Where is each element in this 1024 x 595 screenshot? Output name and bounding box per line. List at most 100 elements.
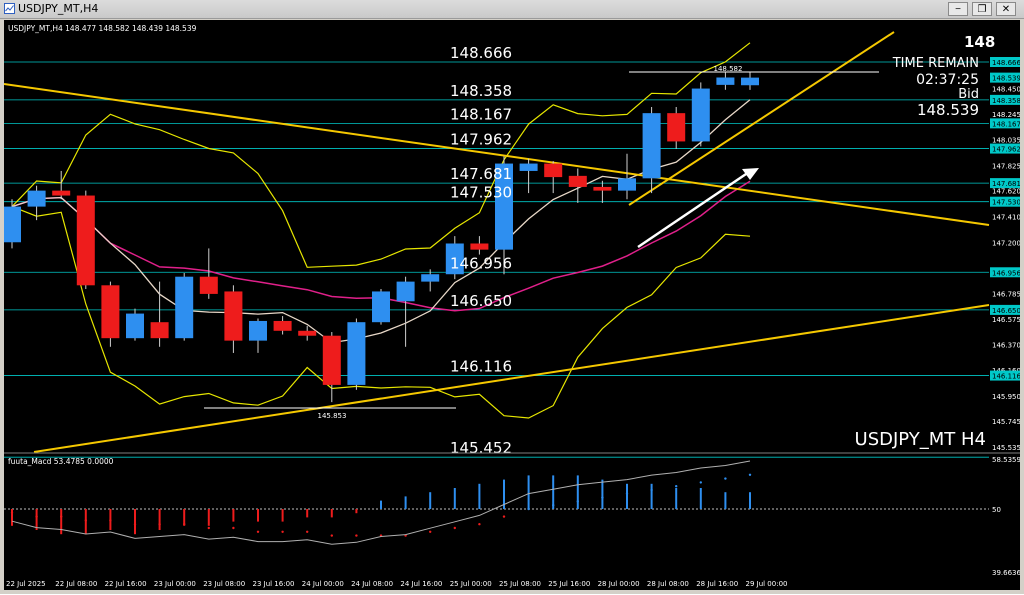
time-axis-label: 29 Jul 00:00	[746, 580, 788, 588]
macd-signal-dot	[60, 515, 63, 518]
time-axis-label: 23 Jul 08:00	[203, 580, 245, 588]
bear-candle[interactable]	[224, 291, 243, 341]
macd-signal-dot	[576, 500, 579, 503]
macd-signal-dot	[256, 530, 260, 533]
window-titlebar: USDJPY_MT,H4 − ❐ ✕	[0, 0, 1024, 19]
bull-candle[interactable]	[372, 291, 390, 323]
bull-candle[interactable]	[347, 322, 366, 385]
level-label: 147.681	[450, 165, 512, 183]
bull-candle[interactable]	[27, 190, 46, 207]
price-tick-label: 145.535	[992, 444, 1020, 452]
bear-candle[interactable]	[470, 243, 489, 250]
big-price: 148	[964, 33, 995, 51]
macd-signal-dot	[748, 473, 752, 476]
macd-signal-dot	[699, 481, 702, 484]
macd-signal-dot	[158, 523, 161, 526]
time-axis-label: 28 Jul 16:00	[696, 580, 738, 588]
bull-candle[interactable]	[421, 274, 440, 282]
time-axis-label: 25 Jul 08:00	[499, 580, 541, 588]
bull-candle[interactable]	[3, 206, 21, 243]
macd-signal-dot	[84, 519, 88, 522]
time-axis-label: 23 Jul 00:00	[154, 580, 196, 588]
macd-signal-dot	[601, 496, 604, 499]
price-tick-label: 146.956	[992, 269, 1020, 277]
macd-signal-dot	[650, 488, 653, 492]
symbol-watermark: USDJPY_MT H4	[855, 429, 986, 450]
bear-candle[interactable]	[273, 320, 292, 331]
price-tick-label: 146.370	[992, 341, 1020, 349]
macd-signal-dot	[355, 534, 358, 537]
bear-candle[interactable]	[593, 186, 612, 191]
time-axis-label: 25 Jul 16:00	[548, 580, 590, 588]
bull-candle[interactable]	[741, 77, 759, 86]
price-tick-label: 145.745	[992, 418, 1020, 426]
macd-axis-top: 58.5359	[992, 456, 1020, 464]
bull-candle[interactable]	[642, 113, 661, 179]
bull-candle[interactable]	[716, 77, 735, 85]
macd-signal-dot	[429, 530, 432, 533]
bear-candle[interactable]	[667, 113, 686, 142]
macd-signal-dot	[675, 485, 678, 488]
bull-candle[interactable]	[519, 163, 538, 171]
macd-axis-bottom: 39.6636	[992, 569, 1020, 577]
minimize-button[interactable]: −	[948, 2, 968, 16]
level-label: 146.956	[450, 254, 512, 272]
price-tick-label: 148.167	[992, 120, 1020, 128]
restore-button[interactable]: ❐	[972, 2, 992, 16]
time-axis-label: 22 Jul 16:00	[105, 580, 147, 588]
bear-candle[interactable]	[101, 285, 120, 339]
time-axis-label: 23 Jul 16:00	[253, 580, 295, 588]
price-tick-label: 146.650	[992, 307, 1020, 315]
bear-candle[interactable]	[199, 276, 218, 294]
bid-label: Bid	[958, 87, 979, 102]
time-axis-label: 22 Jul 2025	[6, 580, 46, 588]
upper-band-line	[11, 42, 751, 268]
macd-signal-dot	[10, 511, 14, 514]
macd-signal-dot	[232, 526, 235, 530]
bear-candle[interactable]	[298, 330, 317, 336]
macd-signal-dot	[453, 526, 456, 530]
bear-candle[interactable]	[52, 190, 71, 196]
macd-signal-dot	[281, 530, 284, 533]
bear-candle[interactable]	[544, 163, 563, 178]
window-title: USDJPY_MT,H4	[18, 2, 99, 15]
price-tick-label: 147.825	[992, 162, 1020, 170]
level-label: 148.666	[450, 44, 512, 62]
bull-candle[interactable]	[126, 313, 144, 339]
time-axis-label: 28 Jul 08:00	[647, 580, 689, 588]
time-remain-label: TIME REMAIN	[892, 56, 979, 71]
bear-candle[interactable]	[322, 335, 341, 385]
bid-value: 148.539	[917, 101, 979, 119]
macd-axis-mid: 50	[992, 506, 1001, 514]
time-axis-label: 24 Jul 08:00	[351, 580, 393, 588]
bull-candle[interactable]	[618, 178, 636, 191]
close-button[interactable]: ✕	[996, 2, 1016, 16]
price-chart-area[interactable]: 148.666 148.358 148.167 147.962 147.681 147.5…	[3, 20, 1021, 590]
level-label: 148.167	[450, 105, 512, 123]
level-label: 148.358	[450, 82, 512, 100]
price-tick-label: 145.950	[992, 393, 1020, 401]
time-axis-label: 24 Jul 16:00	[400, 580, 442, 588]
bear-candle[interactable]	[76, 195, 95, 286]
price-tick-label: 148.358	[992, 97, 1020, 105]
chart-window-icon	[4, 3, 15, 14]
bull-candle[interactable]	[249, 320, 267, 341]
macd-signal-dot	[207, 526, 210, 530]
level-label: 146.650	[450, 292, 512, 310]
bull-candle[interactable]	[396, 281, 415, 302]
bull-candle[interactable]	[691, 88, 710, 142]
macd-signal-dot	[306, 530, 309, 533]
macd-signal-dot	[552, 504, 555, 507]
indicator-header: fuuta_Macd 53.4785 0.0000	[8, 457, 114, 466]
time-axis-label: 22 Jul 08:00	[55, 580, 97, 588]
macd-signal-dot	[502, 515, 506, 518]
macd-signal-dot	[527, 507, 530, 511]
candlestick-chart[interactable]: 148.666148.358148.167147.962147.681147.5…	[3, 20, 1021, 590]
price-tick-label: 147.620	[992, 188, 1020, 196]
bull-candle[interactable]	[175, 276, 194, 339]
bear-candle[interactable]	[150, 322, 169, 339]
macd-signal-dot	[35, 515, 38, 518]
time-remain-value: 02:37:25	[916, 72, 979, 88]
bear-candle[interactable]	[568, 175, 587, 187]
chart-header: USDJPY_MT,H4 148.477 148.582 148.439 148…	[8, 24, 197, 33]
